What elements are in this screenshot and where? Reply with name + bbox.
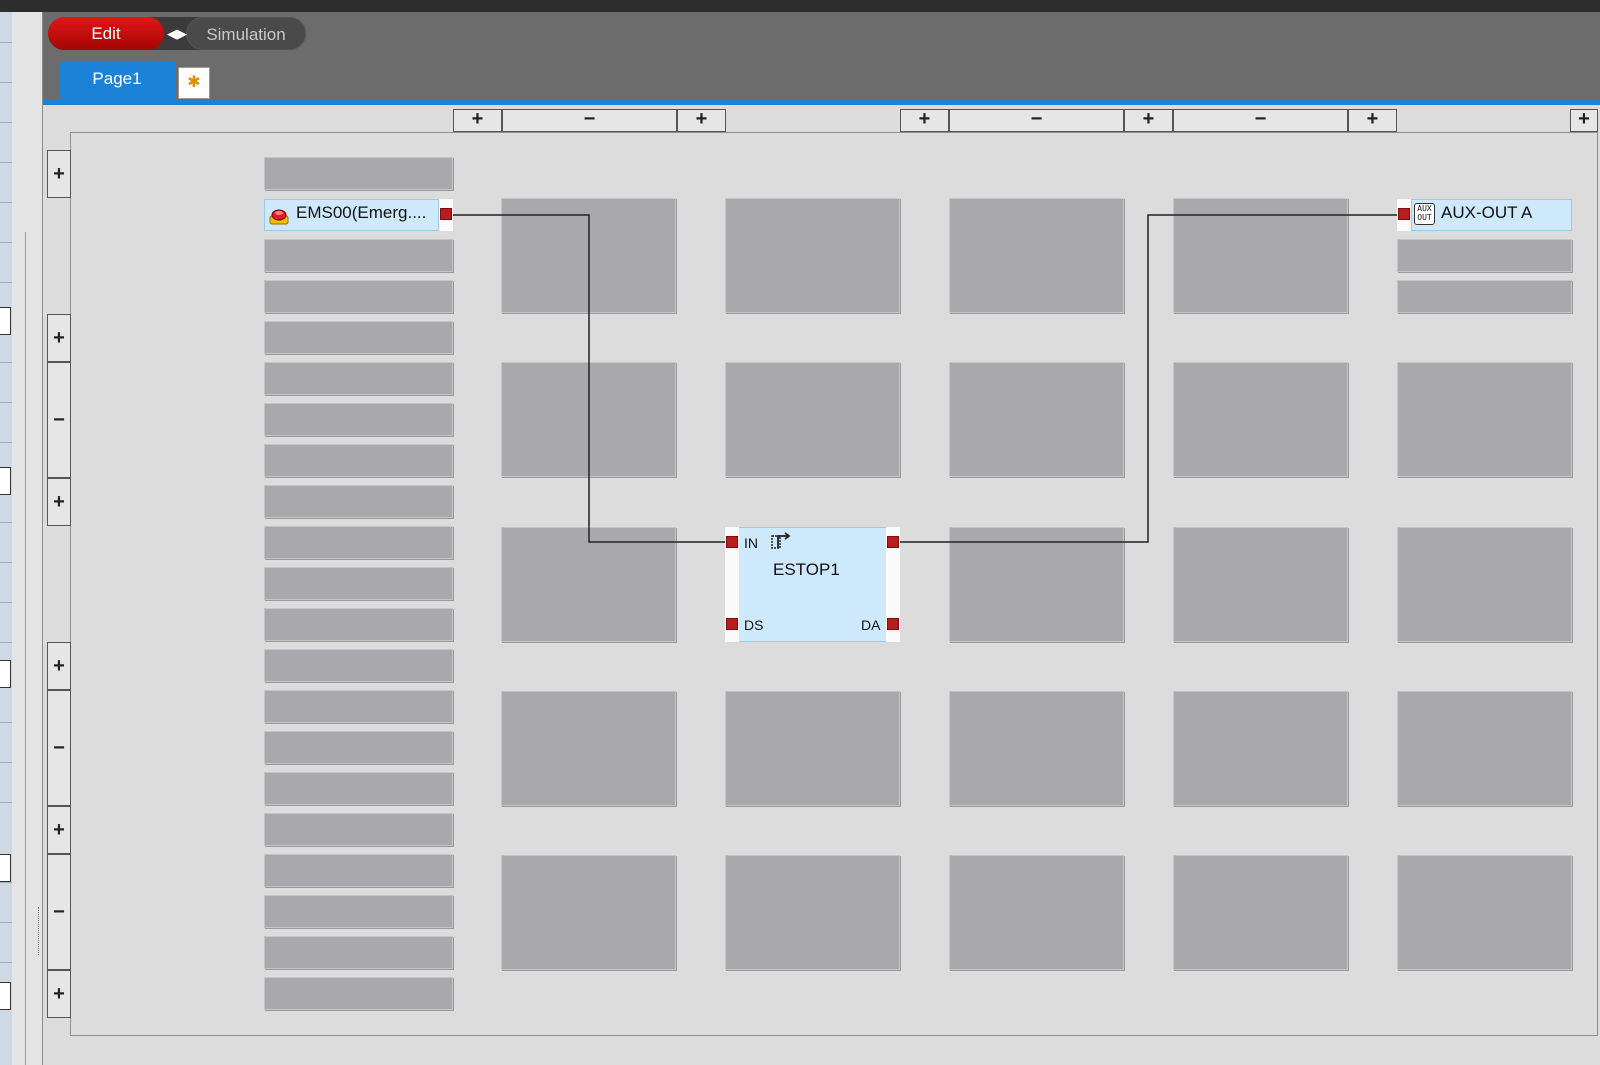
input-output-port[interactable] [440,208,452,220]
wire-ems-to-estop [452,214,725,543]
port-ds-label: DS [744,617,764,633]
input-label: EMS00(Emerg.... [296,203,427,222]
output-input-port[interactable] [1398,208,1410,220]
port-in-label: IN [744,535,758,551]
port-out[interactable] [887,536,899,548]
port-ds[interactable] [726,618,738,630]
wire-estop-to-aux [900,214,1398,543]
port-in[interactable] [726,536,738,548]
estop-function-icon [771,532,791,549]
port-da-label: DA [861,617,881,633]
function-block-name: ESTOP1 [773,560,840,579]
port-da[interactable] [887,618,899,630]
output-label: AUX-OUT A [1441,203,1533,222]
emergency-stop-button-icon [269,209,289,225]
aux-out-icon: AUX OUT [1414,203,1435,225]
